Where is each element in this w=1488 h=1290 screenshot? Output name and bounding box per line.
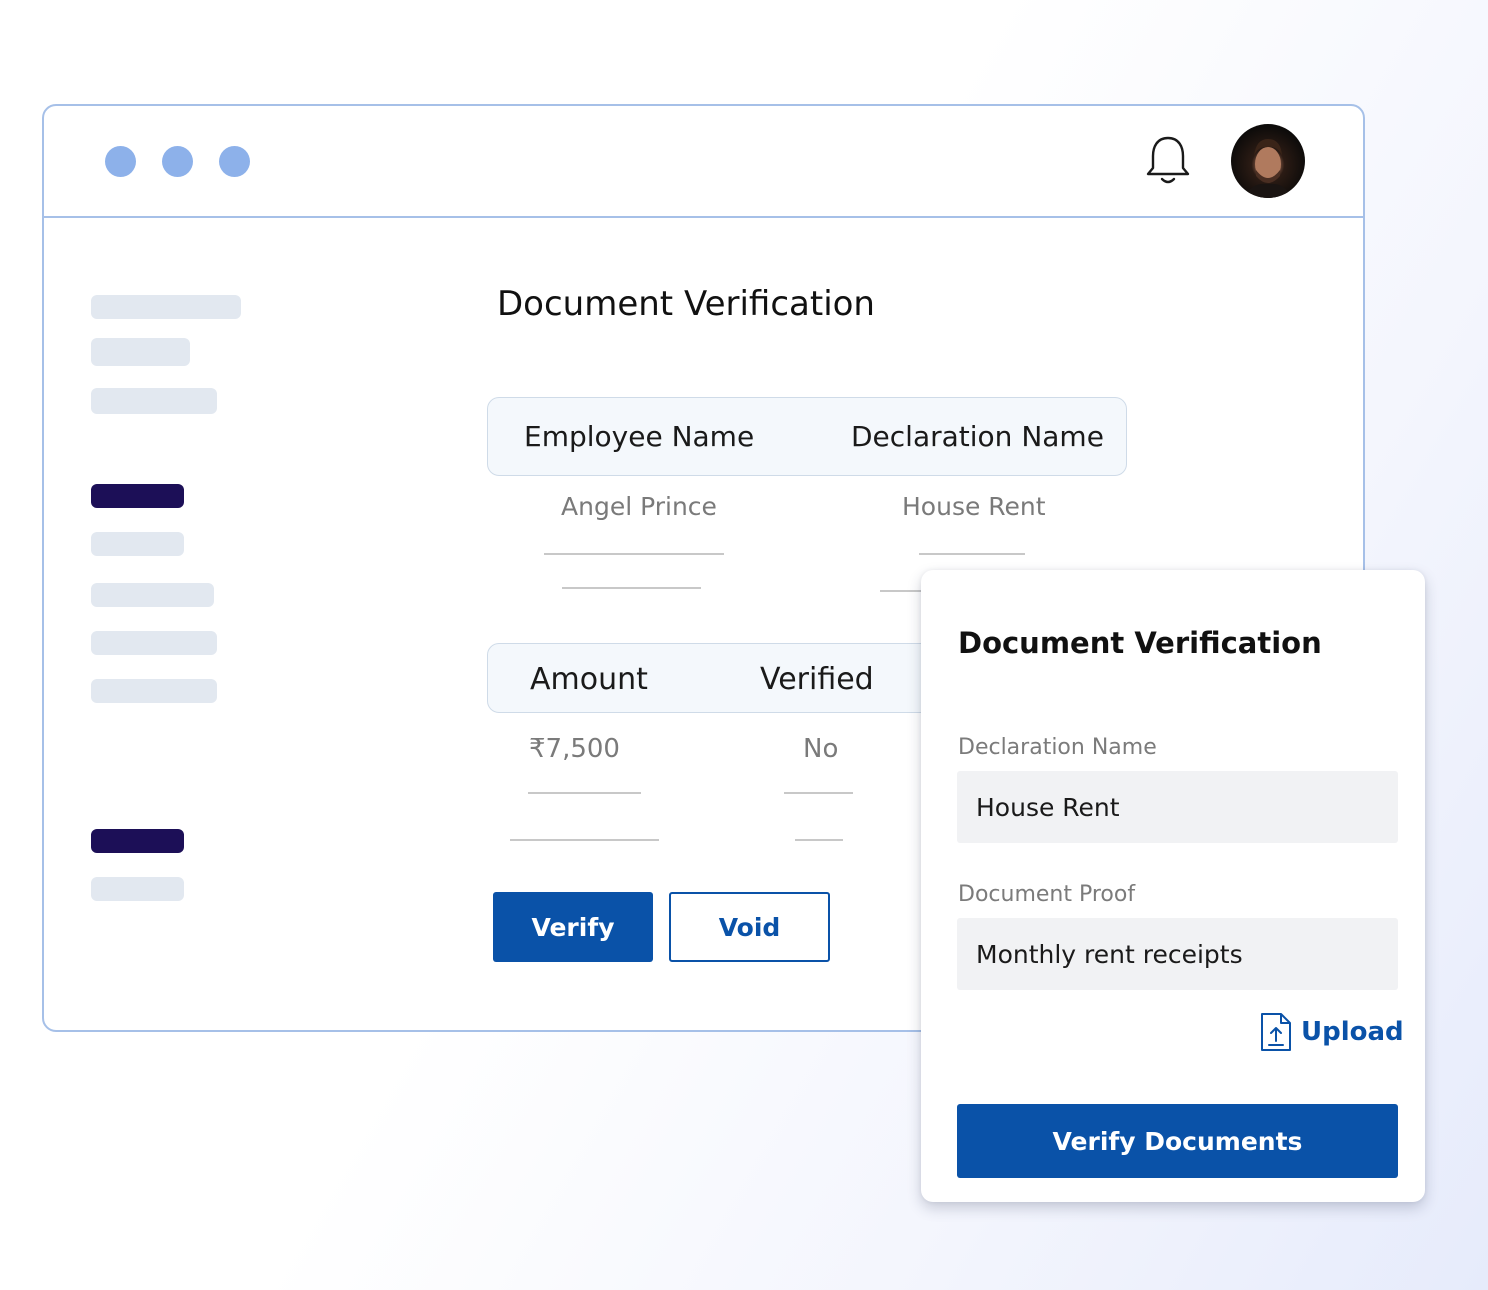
verify-button[interactable]: Verify	[493, 892, 653, 962]
verify-documents-button[interactable]: Verify Documents	[957, 1104, 1398, 1178]
title-bar	[44, 106, 1363, 218]
sidebar-placeholder	[91, 295, 241, 319]
table-header-row: Employee Name Declaration Name	[487, 397, 1127, 476]
employee-name-value: Angel Prince	[561, 492, 717, 521]
divider	[510, 839, 659, 841]
divider	[544, 553, 724, 555]
user-avatar[interactable]	[1231, 124, 1305, 198]
sidebar-item-active[interactable]	[91, 484, 184, 508]
table-header-row: Amount Verified	[487, 643, 957, 713]
sidebar-item-active[interactable]	[91, 829, 184, 853]
sidebar-placeholder[interactable]	[91, 583, 214, 607]
window-dot-green[interactable]	[219, 146, 250, 177]
divider	[880, 590, 925, 592]
document-proof-label: Document Proof	[958, 882, 1136, 907]
sidebar-placeholder	[91, 388, 217, 414]
bell-icon[interactable]	[1144, 134, 1192, 188]
sidebar-placeholder[interactable]	[91, 877, 184, 901]
upload-label: Upload	[1301, 1017, 1404, 1047]
avatar-portrait	[1245, 139, 1291, 198]
divider	[795, 839, 843, 841]
sidebar-placeholder[interactable]	[91, 679, 217, 703]
document-proof-field[interactable]: Monthly rent receipts	[957, 918, 1398, 990]
verified-value: No	[803, 734, 839, 764]
divider	[528, 792, 641, 794]
sidebar-placeholder[interactable]	[91, 631, 217, 655]
declaration-name-value: House Rent	[902, 492, 1046, 521]
declaration-name-label: Declaration Name	[958, 735, 1157, 760]
document-verification-panel: Document Verification Declaration Name H…	[921, 570, 1425, 1202]
file-upload-icon	[1261, 1013, 1291, 1051]
column-header-verified: Verified	[760, 662, 874, 697]
sidebar-placeholder	[91, 338, 190, 366]
window-dot-yellow[interactable]	[162, 146, 193, 177]
page-title: Document Verification	[497, 284, 875, 324]
divider	[784, 792, 853, 794]
divider	[919, 553, 1025, 555]
divider	[562, 587, 701, 589]
sidebar-placeholder[interactable]	[91, 532, 184, 556]
amount-value: ₹7,500	[529, 734, 620, 764]
void-button[interactable]: Void	[669, 892, 830, 962]
declaration-name-field[interactable]: House Rent	[957, 771, 1398, 843]
upload-button[interactable]: Upload	[1259, 1010, 1404, 1054]
panel-title: Document Verification	[958, 626, 1322, 660]
window-dot-red[interactable]	[105, 146, 136, 177]
column-header-amount: Amount	[530, 662, 648, 697]
column-header-declaration-name: Declaration Name	[851, 420, 1104, 453]
column-header-employee-name: Employee Name	[524, 420, 755, 453]
